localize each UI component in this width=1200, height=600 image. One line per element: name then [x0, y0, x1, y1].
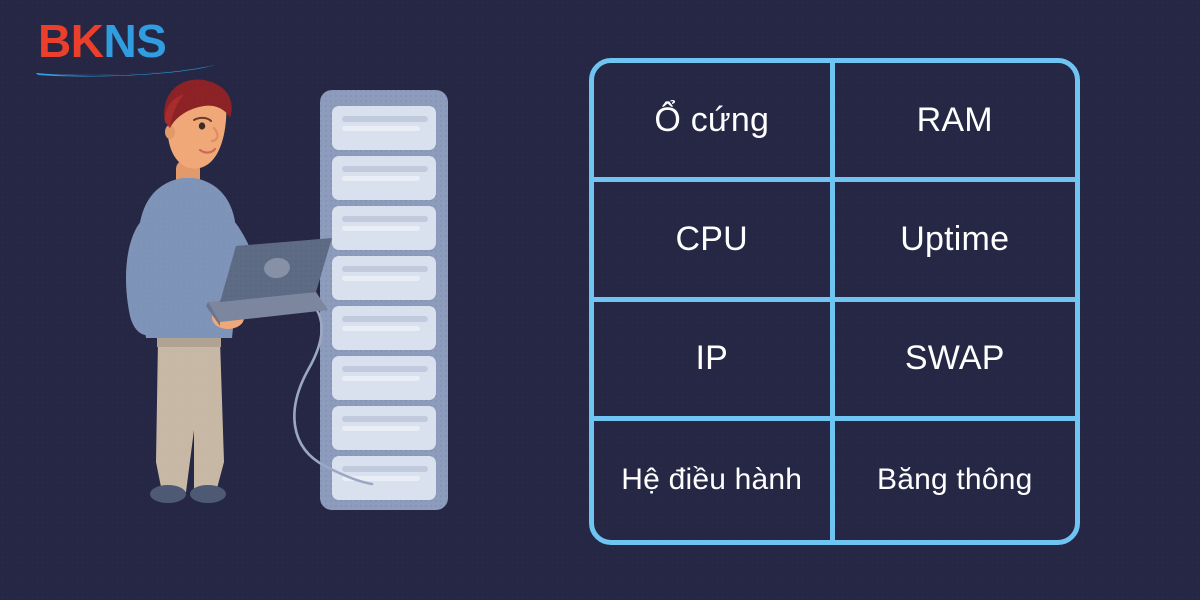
- server-rack-icon: [320, 90, 448, 510]
- spec-label-bandwidth: Băng thông: [877, 463, 1033, 497]
- spec-label-uptime: Uptime: [900, 219, 1010, 258]
- spec-cell-bandwidth[interactable]: Băng thông: [835, 421, 1076, 540]
- logo-text-bk: BK: [38, 15, 104, 67]
- spec-label-os: Hệ điều hành: [621, 463, 803, 497]
- spec-cell-disk[interactable]: Ổ cứng: [594, 63, 835, 183]
- spec-label-ip: IP: [695, 339, 729, 378]
- logo-text-ns: NS: [103, 15, 167, 67]
- person-shoe-right: [190, 485, 226, 503]
- infographic-canvas: BKNS Ổ cứng RAM CPU Uptime IP SWAP Hệ đi…: [0, 0, 1200, 600]
- spec-label-cpu: CPU: [675, 219, 748, 258]
- server-illustration: [126, 79, 448, 510]
- logo-wordmark: BKNS: [38, 15, 167, 67]
- person-pants: [156, 340, 224, 492]
- spec-cell-ip[interactable]: IP: [594, 301, 835, 421]
- spec-label-ram: RAM: [916, 100, 993, 139]
- spec-label-disk: Ổ cứng: [654, 100, 770, 139]
- spec-cell-cpu[interactable]: CPU: [594, 182, 835, 302]
- spec-cell-ram[interactable]: RAM: [834, 63, 1075, 183]
- spec-cell-uptime[interactable]: Uptime: [834, 182, 1075, 302]
- server-spec-table: Ổ cứng RAM CPU Uptime IP SWAP Hệ điều hà…: [589, 58, 1080, 545]
- spec-label-swap: SWAP: [904, 339, 1005, 378]
- person-shoe-left: [150, 485, 186, 503]
- spec-cell-swap[interactable]: SWAP: [834, 302, 1075, 421]
- spec-cell-os[interactable]: Hệ điều hành: [594, 420, 835, 540]
